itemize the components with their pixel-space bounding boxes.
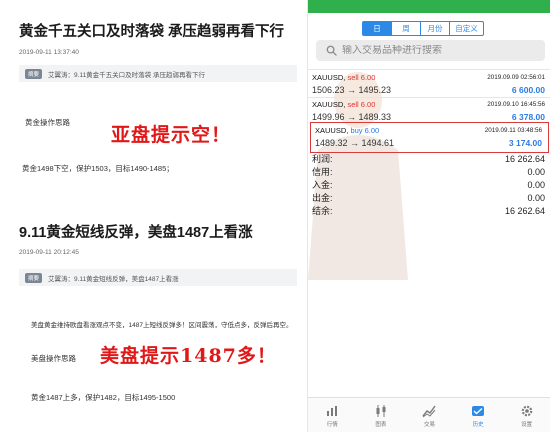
- settings-gear-icon: [521, 405, 532, 417]
- trade-symbol: XAUUSD,: [312, 73, 346, 82]
- article2-section-heading: 美盘操作思路: [31, 354, 76, 363]
- trade-symbol: XAUUSD,: [312, 100, 346, 109]
- trade-profit: 3 174.00: [508, 138, 542, 148]
- status-bar: [308, 0, 550, 13]
- symbol-search-bar[interactable]: [316, 40, 545, 61]
- summary-row-deposit: 入金: 0.00: [308, 178, 550, 191]
- summary-text: 艾翼涛：9.11黄金千五关口及时落袋 承压趋弱再看下行: [48, 71, 205, 79]
- article1-date: 2019-09-11 13:37:40: [19, 49, 79, 56]
- trade-profit: 6 378.00: [511, 112, 545, 122]
- search-input[interactable]: [342, 45, 522, 56]
- trade-prices: 1499.96 → 1489.33: [312, 112, 392, 122]
- nav-settings[interactable]: 设置: [502, 398, 550, 432]
- article2-title[interactable]: 9.11黄金短线反弹，美盘1487上看涨: [19, 221, 253, 242]
- article1-plan: 黄金1498下空，保护1503，目标1490-1485；: [22, 164, 174, 173]
- nav-history[interactable]: 历史: [454, 398, 503, 432]
- nav-trade[interactable]: 交易: [405, 398, 454, 432]
- trade-row-highlighted[interactable]: XAUUSD, buy 6.00 2019.09.11 03:48:56 148…: [310, 122, 549, 153]
- account-summary: 利润: 16 262.64 信用: 0.00 入金: 0.00 出金: 0.00 结余:…: [308, 152, 550, 217]
- article2-intro: 美盘黄金维持欧盘看涨观点不变，1487上短线反弹多！区间震荡，守低点多，反弹后再…: [31, 322, 293, 329]
- trade-icon: [422, 405, 437, 418]
- article1-annotation: 亚盘提示空！: [111, 124, 232, 146]
- summary-value: 0.00: [527, 192, 545, 203]
- trade-time: 2019.09.11 03:48:56: [484, 127, 542, 134]
- nav-chart[interactable]: 图表: [357, 398, 406, 432]
- trade-prices: 1489.32 → 1494.61: [315, 138, 395, 148]
- nav-label: 图表: [375, 422, 387, 428]
- summary-value: 0.00: [527, 179, 545, 190]
- trade-side: buy 6.00: [350, 126, 380, 135]
- bottom-navigation: 行情 图表 交易 历史 设置: [308, 397, 550, 432]
- summary-label: 入金:: [312, 180, 333, 190]
- article2-plan: 黄金1487上多，保护1482，目标1495-1500: [31, 393, 176, 402]
- trade-profit: 6 600.00: [511, 85, 545, 95]
- summary-row-withdrawal: 出金: 0.00: [308, 191, 550, 204]
- trade-prices: 1506.23 → 1495.23: [312, 85, 392, 95]
- summary-row-profit: 利润: 16 262.64: [308, 152, 550, 165]
- quotes-icon: [327, 406, 338, 416]
- trade-side: sell 6.00: [347, 100, 376, 109]
- summary-label: 信用:: [312, 167, 333, 177]
- trading-app-screen: 日 周 月份 自定义 XAUUSD, sell 6.00 2019.09.09 …: [307, 0, 550, 432]
- search-icon: [326, 45, 337, 56]
- summary-value: 16 262.64: [504, 153, 545, 164]
- trade-time: 2019.09.09 02:56:01: [487, 74, 545, 81]
- article2-annotation: 美盘提示1487多！: [100, 345, 277, 367]
- tab-month[interactable]: 月份: [420, 21, 450, 36]
- summary-label: 利润:: [312, 154, 333, 164]
- article1-summary: 摘要 艾翼涛：9.11黄金千五关口及时落袋 承压趋弱再看下行: [19, 65, 297, 82]
- nav-label: 设置: [521, 422, 533, 428]
- summary-value: 16 262.64: [504, 205, 545, 216]
- article1-title[interactable]: 黄金千五关口及时落袋 承压趋弱再看下行: [19, 20, 284, 41]
- period-tabs: 日 周 月份 自定义: [362, 21, 484, 36]
- article2-summary: 摘要 艾翼涛：9.11黄金短线反弹，美盘1487上看涨: [19, 269, 297, 286]
- summary-tag: 摘要: [25, 272, 43, 283]
- trade-time: 2019.09.10 16:45:56: [487, 101, 545, 108]
- nav-label: 交易: [423, 422, 435, 428]
- article-panel: 黄金千五关口及时落袋 承压趋弱再看下行 2019-09-11 13:37:40 …: [0, 0, 305, 432]
- summary-row-credit: 信用: 0.00: [308, 165, 550, 178]
- summary-label: 出金:: [312, 193, 333, 203]
- trade-side: sell 6.00: [347, 73, 376, 82]
- candlestick-chart-icon: [376, 405, 386, 417]
- trade-symbol: XAUUSD,: [315, 126, 349, 135]
- summary-label: 结余:: [312, 206, 333, 216]
- summary-text: 艾翼涛：9.11黄金短线反弹，美盘1487上看涨: [48, 275, 179, 283]
- summary-row-balance: 结余: 16 262.64: [308, 204, 550, 217]
- tab-custom[interactable]: 自定义: [449, 21, 484, 36]
- article2-date: 2019-09-11 20:12:45: [19, 249, 79, 256]
- nav-quotes[interactable]: 行情: [308, 398, 357, 432]
- summary-value: 0.00: [527, 166, 545, 177]
- tab-day[interactable]: 日: [362, 21, 392, 36]
- nav-label: 行情: [326, 422, 338, 428]
- tab-week[interactable]: 周: [391, 21, 421, 36]
- article1-section-heading: 黄金操作思路: [25, 118, 70, 127]
- history-icon: [472, 406, 485, 416]
- nav-label: 历史: [472, 422, 484, 428]
- summary-tag: 摘要: [25, 68, 43, 79]
